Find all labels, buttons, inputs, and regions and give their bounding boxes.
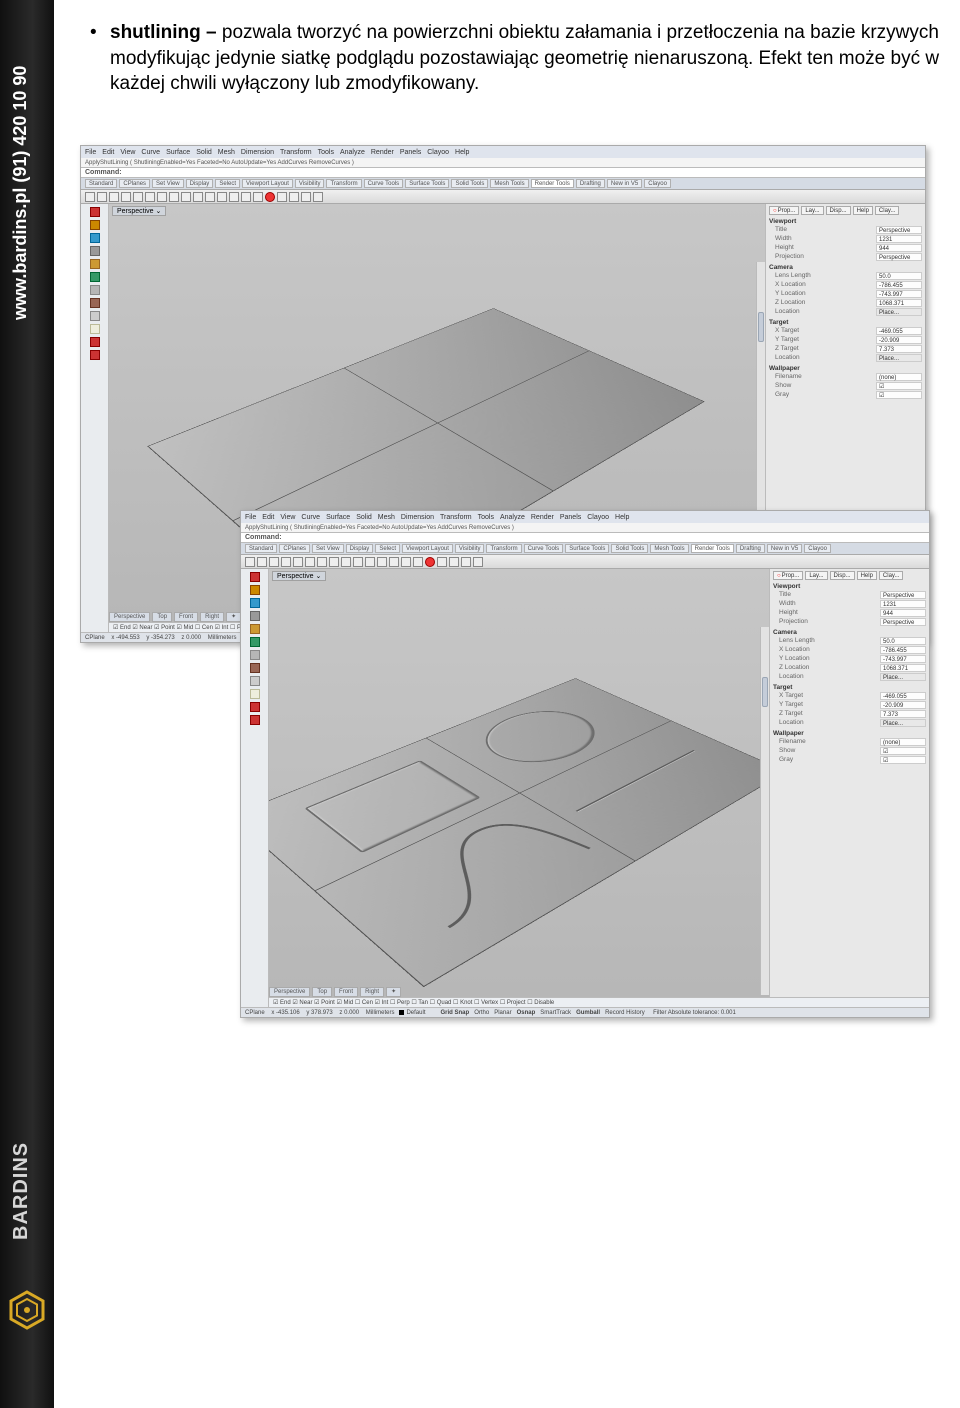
- term: shutlining –: [110, 22, 222, 43]
- command-prompt[interactable]: Command:: [81, 168, 925, 178]
- menubar[interactable]: FileEditViewCurveSurfaceSolidMeshDimensi…: [81, 146, 925, 158]
- viewport-label[interactable]: Perspective ⌄: [272, 571, 326, 581]
- status-row: CPlane x -435.106 y 378.973 z 0.000 Mill…: [241, 1007, 929, 1017]
- left-gradient-bar: www.bardins.pl (91) 420 10 90 BARDINS: [0, 0, 54, 1408]
- emboss-line: [576, 750, 695, 812]
- view-tabs[interactable]: PerspectiveTopFrontRight✦: [109, 612, 241, 622]
- osnap-row[interactable]: ☑ End ☑ Near ☑ Point ☑ Mid ☐ Cen ☑ Int ☐…: [269, 997, 929, 1007]
- emboss-circle: [464, 702, 617, 774]
- side-toolbar[interactable]: [81, 204, 109, 642]
- brand-text: BARDINS: [10, 1142, 33, 1240]
- panel-tabs[interactable]: Prop...Lay...Disp...HelpClay...: [773, 571, 926, 580]
- work-area: Perspective ⌄ Prop...Lay...Disp...HelpCl…: [241, 569, 929, 1017]
- side-toolbar[interactable]: [241, 569, 269, 1017]
- properties-panel[interactable]: Prop...Lay...Disp...HelpClay... Viewport…: [769, 569, 929, 1017]
- brand-hex-icon: [7, 1290, 47, 1330]
- contact-text: www.bardins.pl (91) 420 10 90: [10, 66, 31, 320]
- plane-surface-embossed: [269, 678, 769, 987]
- paragraph-body: pozwala tworzyć na powierzchni obiektu z…: [110, 22, 939, 94]
- viewport[interactable]: Perspective ⌄: [269, 569, 769, 1017]
- content: •shutlining – pozwala tworzyć na powierz…: [80, 20, 940, 115]
- menubar[interactable]: FileEditViewCurveSurfaceSolidMeshDimensi…: [241, 511, 929, 523]
- tool-tabs[interactable]: StandardCPlanesSet ViewDisplaySelectView…: [81, 178, 925, 190]
- scrollbar-vertical[interactable]: [760, 627, 769, 995]
- command-prompt[interactable]: Command:: [241, 533, 929, 543]
- panel-tabs[interactable]: Prop...Lay...Disp...HelpClay...: [769, 206, 922, 215]
- command-history: ApplyShutLining ( ShutliningEnabled=Yes …: [81, 158, 925, 168]
- toolbar-icons[interactable]: [241, 555, 929, 569]
- viewport-label[interactable]: Perspective ⌄: [112, 206, 166, 216]
- command-history: ApplyShutLining ( ShutliningEnabled=Yes …: [241, 523, 929, 533]
- screenshot-after: FileEditViewCurveSurfaceSolidMeshDimensi…: [240, 510, 930, 1018]
- toolbar-icons[interactable]: [81, 190, 925, 204]
- tool-tabs[interactable]: StandardCPlanesSet ViewDisplaySelectView…: [241, 543, 929, 555]
- view-tabs[interactable]: PerspectiveTopFrontRight✦: [269, 987, 401, 997]
- bullet-paragraph: •shutlining – pozwala tworzyć na powierz…: [110, 20, 940, 97]
